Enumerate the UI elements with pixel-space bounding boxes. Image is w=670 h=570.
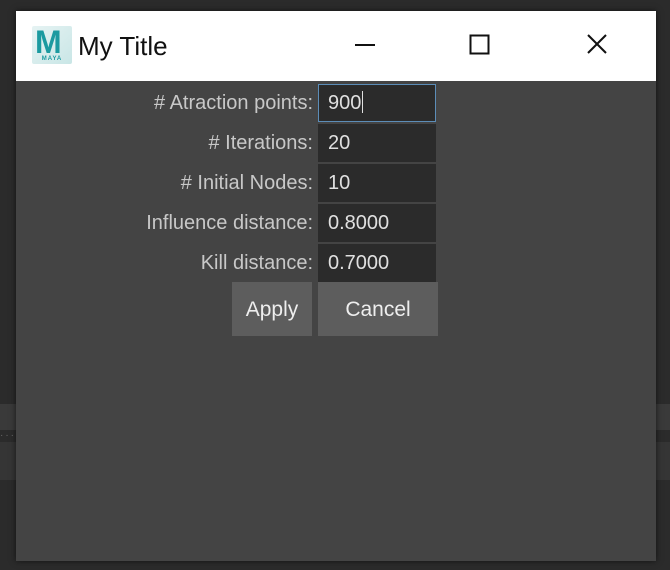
iterations-label: # Iterations:: [208, 132, 313, 154]
kill-distance-label: Kill distance:: [200, 252, 313, 274]
text-caret: [362, 91, 364, 113]
iterations-value: 20: [328, 132, 351, 154]
row-attraction-points: # Atraction points: 900: [16, 84, 656, 122]
influence-distance-value: 0.8000: [328, 212, 390, 234]
initial-nodes-field[interactable]: 10: [318, 164, 436, 202]
influence-distance-field[interactable]: 0.8000: [318, 204, 436, 242]
kill-distance-value: 0.7000: [328, 252, 390, 274]
attraction-points-label: # Atraction points:: [154, 92, 313, 114]
cancel-button[interactable]: Cancel: [318, 282, 438, 336]
app-icon-caption: MAYA: [41, 56, 63, 62]
row-iterations: # Iterations: 20: [16, 124, 656, 162]
row-kill-distance: Kill distance: 0.7000: [16, 244, 656, 282]
initial-nodes-value: 10: [328, 172, 351, 194]
dialog-window: M MAYA My Title # Atraction points: 900 …: [16, 11, 656, 561]
influence-distance-label: Influence distance:: [146, 212, 313, 234]
initial-nodes-label: # Initial Nodes:: [180, 172, 313, 194]
close-button[interactable]: [574, 21, 620, 67]
minimize-icon: [355, 44, 375, 46]
attraction-points-field[interactable]: 900: [318, 84, 436, 122]
minimize-button[interactable]: [342, 21, 388, 67]
maya-app-icon: M MAYA: [32, 24, 72, 64]
maximize-button[interactable]: [457, 21, 503, 67]
title-bar[interactable]: M MAYA My Title: [16, 11, 656, 81]
close-icon: [587, 34, 607, 54]
apply-button[interactable]: Apply: [232, 282, 312, 336]
maximize-icon: [469, 34, 490, 55]
app-icon-letter: M: [35, 24, 62, 60]
iterations-field[interactable]: 20: [318, 124, 436, 162]
window-title: My Title: [78, 31, 168, 61]
row-initial-nodes: # Initial Nodes: 10: [16, 164, 656, 202]
row-influence-distance: Influence distance: 0.8000: [16, 204, 656, 242]
kill-distance-field[interactable]: 0.7000: [318, 244, 436, 282]
attraction-points-value: 900: [328, 92, 362, 114]
